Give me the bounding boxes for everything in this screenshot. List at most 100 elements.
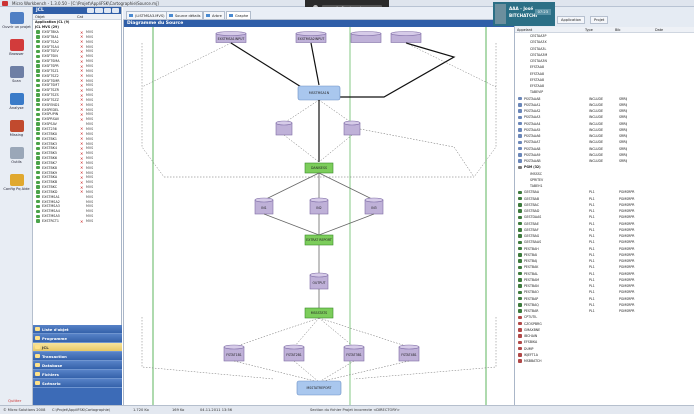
- xref-type: PL1: [589, 209, 595, 214]
- xref-name: PESTBAN: [524, 284, 539, 289]
- blank-icon: [524, 72, 528, 75]
- nav-item-4[interactable]: Database: [33, 361, 122, 370]
- jcl-file-icon: [36, 195, 40, 199]
- dataset-node-in-0-top: [254, 197, 274, 203]
- diagram-canvas[interactable]: Diagramme du Source × EXSTMSA1INPUTEXSTM…: [123, 20, 514, 405]
- status-copyright: © Micro Solutions 2008: [3, 408, 46, 412]
- xref-type: PL1: [589, 227, 595, 232]
- rail-button-1[interactable]: Browser: [1, 38, 32, 64]
- tree-item-type: MVS: [86, 189, 94, 194]
- xref-bib: SRRIJ: [619, 140, 628, 145]
- xref-bib: SRRIJ: [619, 159, 628, 164]
- program-icon: [518, 353, 522, 357]
- tree-item-type: MVS: [86, 156, 94, 161]
- col-appelant[interactable]: Appelant: [517, 28, 585, 32]
- tab-arbre[interactable]: Arbre: [203, 11, 225, 19]
- top-input-node-1-label: EXSTMSA2INPUT: [298, 37, 325, 41]
- dataset-node-stat-3-label: FSTAT4B1: [401, 353, 417, 357]
- xref-name: EFSTAA8: [530, 84, 544, 89]
- xref-bib: PGMSRPR: [619, 296, 635, 301]
- error-x-icon: ✕: [80, 116, 84, 122]
- step-node-3-label: MSSSTATS: [311, 311, 327, 315]
- diagram-title: Diagramme du Source: [127, 21, 184, 26]
- xref-name: PSSTAAA3: [524, 115, 541, 120]
- rail-button-6[interactable]: Config Pq Aide: [1, 173, 32, 199]
- col-date[interactable]: Date: [655, 28, 663, 32]
- tab-graphe[interactable]: Graphe: [226, 11, 252, 19]
- jcl-flow-diagram[interactable]: EXSTMSA1INPUT EXSTMSA2INPUT MSSTMSA1N DANIS…: [124, 27, 514, 405]
- xref-name: TABEH1: [530, 184, 543, 189]
- tree-item-name: EXSFEND1: [42, 102, 60, 107]
- error-x-icon: ✕: [80, 165, 84, 171]
- error-x-icon: ✕: [80, 44, 84, 50]
- jcl-file-icon: [36, 98, 40, 102]
- tree-col-cat[interactable]: Cat: [77, 15, 119, 19]
- object-tree-panel: JCL Objet Cat Application JCL (9) JCL MV…: [33, 7, 122, 325]
- nav-item-0[interactable]: Liste d'objet: [33, 325, 122, 334]
- tree-item-type: MVS: [86, 170, 94, 175]
- rail-button-2[interactable]: Scan: [1, 65, 32, 91]
- tree-col-objet[interactable]: Objet: [35, 15, 77, 19]
- flow-line: [283, 99, 320, 124]
- rail-button-5[interactable]: Outils: [1, 146, 32, 172]
- col-type[interactable]: Type: [585, 28, 615, 32]
- xref-name: MSBBATCH: [524, 359, 542, 364]
- call-timer: 07:23: [534, 9, 551, 15]
- jcl-file-icon: [36, 35, 40, 39]
- tree-tool-button[interactable]: [87, 8, 95, 13]
- nav-item-2[interactable]: JCL: [33, 343, 122, 352]
- blank-icon: [524, 84, 528, 87]
- nav-item-5[interactable]: Fichiers: [33, 370, 122, 379]
- tree-item-type: MVS: [86, 93, 94, 98]
- tree-item-name: EXSTBK1: [42, 136, 57, 141]
- tab-application[interactable]: Application: [557, 16, 586, 24]
- jcl-file-icon: [36, 78, 40, 83]
- tree-tool-button[interactable]: [111, 8, 119, 13]
- tab-projet[interactable]: Projet: [590, 16, 609, 24]
- tree-item-type: MVS: [86, 34, 94, 39]
- tree-tool-button[interactable]: [103, 8, 111, 13]
- col-bib[interactable]: Bib: [615, 28, 655, 32]
- jcl-file-icon: [36, 175, 40, 180]
- dataset-node-output-top: [309, 272, 329, 278]
- dataset-node-stat-0-top: [223, 344, 245, 350]
- nav-item-3[interactable]: Transaction: [33, 352, 122, 361]
- tree-item[interactable]: EXSTRCT1 ✕ MVS: [33, 219, 121, 224]
- nav-item-1[interactable]: Programme: [33, 334, 122, 343]
- rail-button-4[interactable]: Missing: [1, 119, 32, 145]
- tree-rows: EXSFT8KA ✕ MVS EXSFT8A1 ✕ MVS EXSFTSA2 ✕ MVS EXSF…: [33, 30, 121, 224]
- step-node-1-label: DANISESS: [311, 166, 327, 170]
- xref-row[interactable]: MSBBATCH: [515, 358, 694, 364]
- jcl-file-icon: [36, 117, 40, 121]
- program-icon: [518, 303, 522, 307]
- xref-type: PL1: [589, 284, 595, 289]
- xref-type: PL1: [589, 290, 595, 295]
- tree-item-name: EXSFTSPR: [42, 64, 59, 69]
- tab-source[interactable]: (LISTMSA3.MVS): [126, 11, 168, 19]
- xref-rows: CESTAA3P CESTAA3X CESTAA3L CESTAA3M CESTAA3N…: [515, 33, 694, 364]
- jcl-file-icon: [36, 107, 40, 112]
- xref-bib: PGMSRPR: [619, 234, 635, 239]
- tree-tool-button[interactable]: [95, 8, 103, 13]
- jcl-file-icon: [36, 30, 40, 34]
- status-path: C:\Projet\AppliFSK\Cartographie\: [52, 408, 111, 412]
- rail-button-3[interactable]: Analyse: [1, 92, 32, 118]
- main-toolbar-rail: Ouvrir un projet Browser Scan Analyse Missin…: [0, 7, 33, 405]
- rail-button-label: Outils: [11, 160, 22, 164]
- folder-open-icon: [9, 12, 24, 24]
- xref-type: INCLUDE: [589, 152, 603, 157]
- error-x-icon: ✕: [80, 87, 84, 93]
- nav-item-6[interactable]: Scénario: [33, 379, 122, 388]
- document-tab-strip: (LISTMSA3.MVS) Source détails Arbre Grap…: [123, 7, 514, 20]
- rail-button-0[interactable]: Ouvrir un projet: [1, 11, 32, 37]
- blank-icon: [524, 184, 528, 187]
- xref-name: GESTBAE: [524, 221, 539, 226]
- tree-item-type: MVS: [86, 83, 94, 88]
- quit-button[interactable]: Quitter: [0, 396, 33, 405]
- xref-name: PSSTAAA4: [524, 121, 541, 126]
- xref-bib: PGMSRPR: [619, 271, 635, 276]
- jcl-file-icon: [36, 132, 40, 136]
- tab-source-details[interactable]: Source détails: [166, 11, 204, 19]
- xref-bib: PGMSRPR: [619, 290, 635, 295]
- tree-item-type: MVS: [86, 44, 94, 49]
